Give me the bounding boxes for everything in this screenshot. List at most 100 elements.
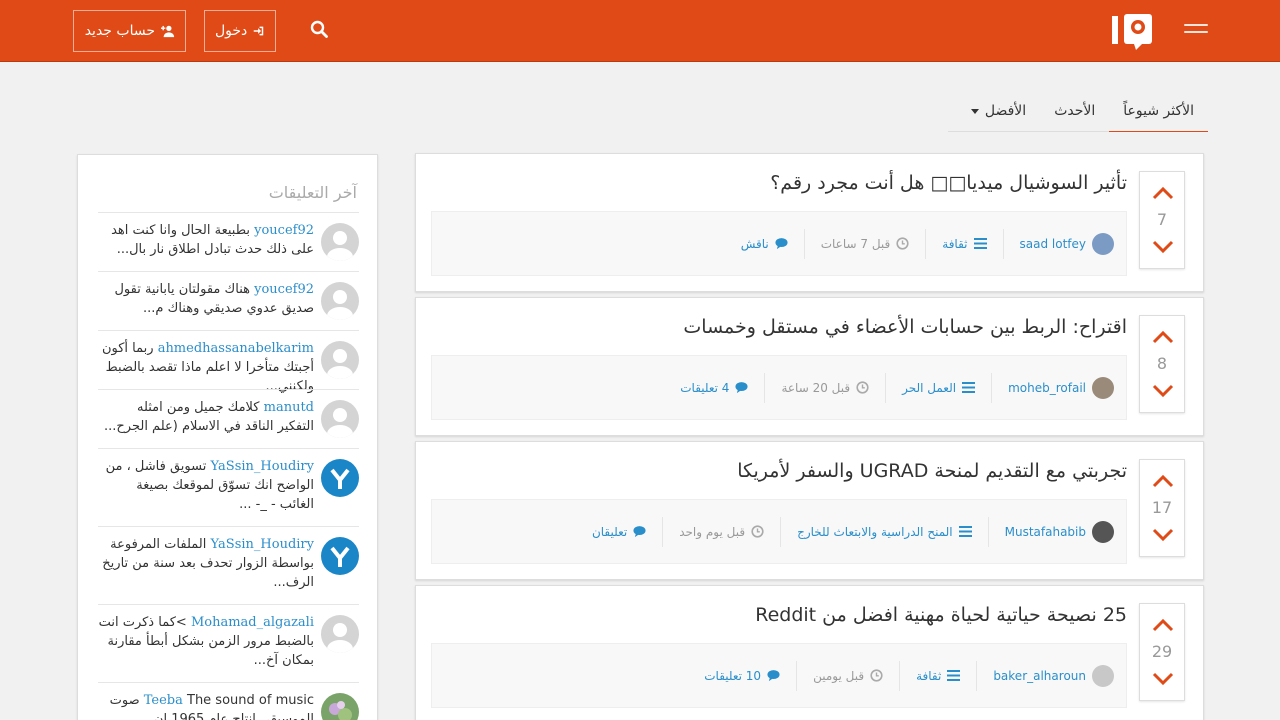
time-text: قبل يوم واحد xyxy=(679,524,746,539)
list-icon xyxy=(973,238,987,249)
avatar xyxy=(321,282,359,320)
list-icon xyxy=(962,382,976,393)
comment-user: ahmedhassanabelkarim xyxy=(157,341,314,356)
upvote-icon[interactable] xyxy=(1152,330,1174,344)
tab-label: الأحدث xyxy=(1054,103,1096,119)
vote-count: 8 xyxy=(1156,354,1168,373)
comment-user: youcef92 xyxy=(254,223,314,238)
author-name: saad lotfey xyxy=(1019,236,1086,251)
comment-excerpt: The sound of music صوت الموسيقى إنتاج عا… xyxy=(109,693,314,720)
post-meta: saad lotfey ثقافة قبل 7 ساعات ناقش xyxy=(431,211,1127,276)
upvote-icon[interactable] xyxy=(1152,618,1174,632)
post-comments-link[interactable]: ناقش xyxy=(725,229,804,259)
clock-icon xyxy=(856,381,869,394)
category-name: ثقافة xyxy=(916,668,942,683)
recent-comment-item[interactable]: manutd كلامك جميل ومن امثله التفكير النا… xyxy=(98,389,359,448)
tab-popular[interactable]: الأكثر شيوعاً xyxy=(1109,90,1208,132)
post-comments-link[interactable]: تعليقان xyxy=(576,517,662,547)
time-text: قبل 7 ساعات xyxy=(820,236,891,251)
login-button[interactable]: دخول xyxy=(204,10,276,52)
clock-icon xyxy=(896,237,909,250)
comment-text: YaSsin_Houdiry الملفات المرفوعة بواسطة ا… xyxy=(98,535,314,592)
avatar xyxy=(321,400,359,438)
category-name: العمل الحر xyxy=(902,380,957,395)
comment-user: Mohamad_algazali xyxy=(190,615,314,630)
post-title[interactable]: تجربتي مع التقديم لمنحة UGRAD والسفر لأم… xyxy=(737,460,1127,482)
post-comments-link[interactable]: 4 تعليقات xyxy=(664,373,764,403)
recent-comment-item[interactable]: Mohamad_algazali >كما ذكرت انت بالضبط مر… xyxy=(98,604,359,682)
hamburger-line xyxy=(1184,24,1208,26)
vote-count: 17 xyxy=(1151,498,1173,517)
comment-icon xyxy=(775,238,788,250)
recent-comment-item[interactable]: youcef92 هناك مقولتان يابانية تقول صديق … xyxy=(98,271,359,330)
recent-comments-widget: آخر التعليقات youcef92 بطبيعة الحال وانا… xyxy=(77,154,378,720)
downvote-icon[interactable] xyxy=(1152,240,1174,254)
author-name: moheb_rofail xyxy=(1008,380,1086,395)
avatar xyxy=(321,537,359,575)
list-icon xyxy=(958,526,972,537)
post-category[interactable]: المنح الدراسية والابتعاث للخارج xyxy=(780,516,988,547)
sign-in-icon xyxy=(254,26,264,36)
downvote-icon[interactable] xyxy=(1152,672,1174,686)
avatar xyxy=(1092,664,1114,687)
widget-title: آخر التعليقات xyxy=(268,183,357,202)
vote-count: 29 xyxy=(1151,642,1173,661)
comment-user: YaSsin_Houdiry xyxy=(210,459,314,474)
post-category[interactable]: ثقافة xyxy=(925,228,1002,259)
upvote-icon[interactable] xyxy=(1152,186,1174,200)
caret-down-icon xyxy=(970,108,979,114)
time-text: قبل 20 ساعة xyxy=(781,380,851,395)
post-author[interactable]: moheb_rofail xyxy=(991,372,1114,403)
comment-icon xyxy=(735,382,748,394)
comment-icon xyxy=(633,526,646,538)
post-card: 7 تأثير السوشيال ميديا□□ هل أنت مجرد رقم… xyxy=(415,153,1204,292)
recent-comment-item[interactable]: YaSsin_Houdiry الملفات المرفوعة بواسطة ا… xyxy=(98,526,359,604)
comment-text: youcef92 هناك مقولتان يابانية تقول صديق … xyxy=(98,280,314,318)
tab-newest[interactable]: الأحدث xyxy=(1040,90,1109,132)
comment-text: youcef92 بطبيعة الحال وانا كنت اهد على ذ… xyxy=(98,221,314,259)
downvote-icon[interactable] xyxy=(1152,528,1174,542)
tab-label: الأكثر شيوعاً xyxy=(1123,102,1194,119)
search-button[interactable] xyxy=(310,20,330,42)
post-author[interactable]: Mustafahabib xyxy=(987,516,1114,547)
comment-user: youcef92 xyxy=(254,282,314,297)
comments-label: ناقش xyxy=(740,236,769,251)
post-title[interactable]: اقتراح: الربط بين حسابات الأعضاء في مستق… xyxy=(683,316,1127,338)
comment-icon xyxy=(767,670,780,682)
avatar xyxy=(1092,232,1114,255)
category-name: المنح الدراسية والابتعاث للخارج xyxy=(797,524,953,539)
vote-box: 8 xyxy=(1139,315,1185,413)
avatar xyxy=(321,341,359,379)
vote-box: 29 xyxy=(1139,603,1185,701)
comment-user: Teeba xyxy=(143,693,183,708)
recent-comment-item[interactable]: YaSsin_Houdiry تسويق فاشل ، من الواضح ان… xyxy=(98,448,359,526)
clock-icon xyxy=(870,669,883,682)
clock-icon xyxy=(751,525,764,538)
tab-label: الأفضل xyxy=(984,103,1027,119)
avatar xyxy=(1092,376,1114,399)
hamburger-line xyxy=(1184,31,1208,33)
logo-icon xyxy=(1112,14,1152,50)
downvote-icon[interactable] xyxy=(1152,384,1174,398)
post-title[interactable]: 25 نصيحة حياتية لحياة مهنية افضل من Redd… xyxy=(755,604,1127,626)
post-comments-link[interactable]: 10 تعليقات xyxy=(688,661,796,691)
recent-comment-item[interactable]: ahmedhassanabelkarim ربما أكون أجبتك متأ… xyxy=(98,330,359,394)
recent-comment-item[interactable]: Teeba The sound of music صوت الموسيقى إن… xyxy=(98,682,359,720)
post-author[interactable]: saad lotfey xyxy=(1002,228,1114,259)
tab-best[interactable]: الأفضل xyxy=(957,90,1040,132)
comment-text: Mohamad_algazali >كما ذكرت انت بالضبط مر… xyxy=(98,613,314,670)
post-category[interactable]: العمل الحر xyxy=(885,372,991,403)
site-logo[interactable] xyxy=(1110,12,1156,50)
comment-text: ahmedhassanabelkarim ربما أكون أجبتك متأ… xyxy=(98,339,314,396)
register-button[interactable]: حساب جديد xyxy=(73,10,186,52)
register-label: حساب جديد xyxy=(84,23,155,39)
list-icon xyxy=(947,670,961,681)
post-category[interactable]: ثقافة xyxy=(899,660,976,691)
post-title[interactable]: تأثير السوشيال ميديا□□ هل أنت مجرد رقم؟ xyxy=(770,172,1127,194)
upvote-icon[interactable] xyxy=(1152,474,1174,488)
post-time: قبل يومين xyxy=(796,660,899,691)
menu-toggle-button[interactable] xyxy=(1184,24,1208,40)
post-meta: baker_alharoun ثقافة قبل يومين 10 تعليقا… xyxy=(431,643,1127,708)
post-author[interactable]: baker_alharoun xyxy=(976,660,1114,691)
recent-comment-item[interactable]: youcef92 بطبيعة الحال وانا كنت اهد على ذ… xyxy=(98,212,359,271)
